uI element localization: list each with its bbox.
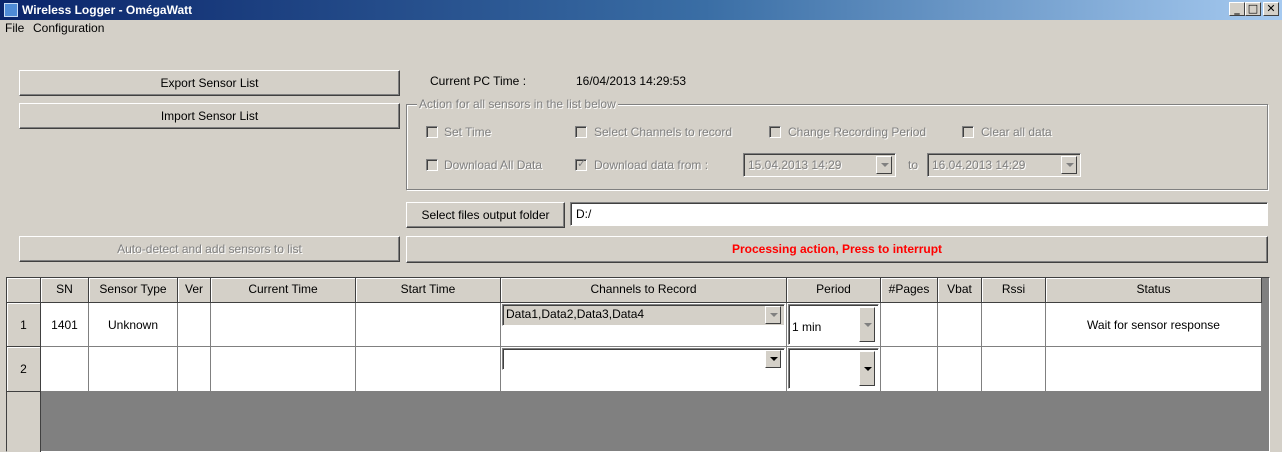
process-interrupt-button[interactable]: Processing action, Press to interrupt (406, 236, 1268, 263)
row-number-label: 1 (20, 318, 27, 332)
import-sensor-list-button[interactable]: Import Sensor List (19, 103, 400, 129)
maximize-button[interactable]: □ (1245, 2, 1261, 16)
channels-combo[interactable] (502, 348, 785, 370)
change-period-checkbox[interactable] (769, 126, 781, 138)
cell-channels[interactable]: Data1,Data2,Data3,Data4 (501, 303, 787, 347)
cell-rssi[interactable] (982, 347, 1046, 392)
export-sensor-list-button[interactable]: Export Sensor List (19, 70, 400, 96)
row-number-label: 2 (20, 362, 27, 376)
change-period-label: Change Recording Period (788, 125, 927, 139)
sensor-table[interactable]: SN Sensor Type Ver Current Time Start Ti… (6, 277, 1270, 452)
cell-sensor-type[interactable]: Unknown (89, 303, 178, 347)
cell-current-time[interactable] (211, 303, 356, 347)
action-group-box (406, 104, 1268, 190)
download-from-label: Download data from : (594, 158, 709, 172)
channels-dropdown-button[interactable] (765, 306, 781, 324)
download-all-label: Download All Data (444, 158, 543, 172)
menu-configuration[interactable]: Configuration (33, 21, 104, 36)
cell-ver[interactable] (178, 303, 211, 347)
select-output-folder-button[interactable]: Select files output folder (406, 202, 565, 228)
cell-current-time[interactable] (211, 347, 356, 392)
chevron-down-icon (770, 313, 778, 317)
row-header-strip (7, 392, 41, 452)
col-header-status[interactable]: Status (1046, 278, 1262, 303)
col-header-start-time[interactable]: Start Time (356, 278, 501, 303)
cell-period[interactable] (787, 347, 881, 392)
set-time-checkbox[interactable] (426, 126, 438, 138)
period-dropdown-button[interactable] (859, 351, 875, 386)
minimize-button[interactable]: _ (1229, 2, 1245, 16)
chevron-down-icon (864, 323, 872, 327)
cell-pages[interactable] (881, 347, 938, 392)
cell-channels[interactable] (501, 347, 787, 392)
action-group-legend: Action for all sensors in the list below (417, 97, 618, 111)
window-title: Wireless Logger - OmégaWatt (22, 3, 193, 17)
col-header-vbat[interactable]: Vbat (938, 278, 982, 303)
cell-rssi[interactable] (982, 303, 1046, 347)
cell-vbat[interactable] (938, 303, 982, 347)
channels-combo-value: Data1,Data2,Data3,Data4 (506, 307, 645, 321)
col-header-period[interactable]: Period (787, 278, 881, 303)
pc-time-value: 16/04/2013 14:29:53 (576, 74, 687, 88)
to-date-value: 16.04.2013 14:29 (932, 158, 1026, 172)
channels-dropdown-button[interactable] (765, 350, 781, 368)
select-channels-checkbox[interactable] (575, 126, 587, 138)
download-all-checkbox[interactable] (426, 159, 438, 171)
cell-start-time[interactable] (356, 303, 501, 347)
col-header-current-time[interactable]: Current Time (211, 278, 356, 303)
row-number[interactable]: 1 (7, 303, 41, 347)
close-button[interactable]: ✕ (1263, 2, 1279, 16)
from-date-value: 15.04.2013 14:29 (748, 158, 842, 172)
app-icon[interactable] (4, 3, 18, 17)
cell-ver[interactable] (178, 347, 211, 392)
period-dropdown-button[interactable] (859, 307, 875, 342)
chevron-down-icon (881, 163, 889, 167)
menu-bar (0, 20, 1282, 38)
col-header-pages[interactable]: #Pages (881, 278, 938, 303)
pc-time-label: Current PC Time : (430, 74, 527, 88)
to-date-dropdown-button[interactable] (1061, 156, 1077, 174)
from-date-dropdown-button[interactable] (876, 156, 892, 174)
cell-sensor-type[interactable] (89, 347, 178, 392)
cell-pages[interactable] (881, 303, 938, 347)
select-channels-label: Select Channels to record (594, 125, 733, 139)
chevron-down-icon (770, 357, 778, 361)
checkmark-icon: ✓ (577, 157, 587, 170)
cell-sn[interactable]: 1401 (41, 303, 89, 347)
cell-status[interactable] (1046, 347, 1262, 392)
chevron-down-icon (864, 367, 872, 371)
menu-file[interactable]: File (5, 21, 24, 36)
download-from-checkbox[interactable]: ✓ (575, 157, 587, 171)
col-header-rssi[interactable]: Rssi (982, 278, 1046, 303)
chevron-down-icon (1066, 163, 1074, 167)
cell-vbat[interactable] (938, 347, 982, 392)
clear-all-checkbox[interactable] (962, 126, 974, 138)
auto-detect-sensors-button[interactable]: Auto-detect and add sensors to list (19, 236, 400, 262)
cell-period[interactable]: 1 min (787, 303, 881, 347)
title-bar (0, 0, 1282, 20)
row-number[interactable]: 2 (7, 347, 41, 392)
cell-sn[interactable] (41, 347, 89, 392)
col-header-sn[interactable]: SN (41, 278, 89, 303)
cell-start-time[interactable] (356, 347, 501, 392)
set-time-label: Set Time (444, 125, 492, 139)
table-corner (7, 278, 41, 303)
col-header-channels[interactable]: Channels to Record (501, 278, 787, 303)
cell-status[interactable]: Wait for sensor response (1046, 303, 1262, 347)
col-header-sensor-type[interactable]: Sensor Type (89, 278, 178, 303)
clear-all-label: Clear all data (981, 125, 1052, 139)
period-combo-value: 1 min (792, 320, 822, 334)
output-folder-field[interactable]: D:/ (570, 202, 1268, 226)
to-label: to (908, 158, 919, 172)
col-header-ver[interactable]: Ver (178, 278, 211, 303)
